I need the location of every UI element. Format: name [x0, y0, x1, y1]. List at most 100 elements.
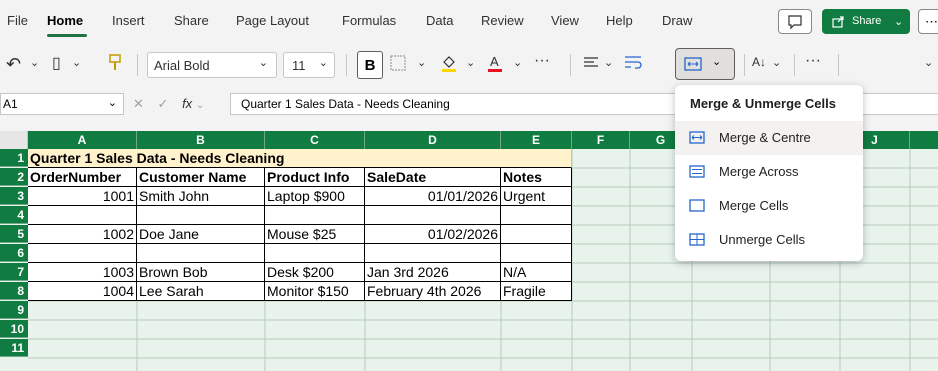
align-dropdown-icon[interactable]: ⌄: [604, 56, 613, 69]
row-header-1[interactable]: 1: [0, 149, 28, 167]
confirm-icon[interactable]: ✓: [158, 96, 169, 111]
cell-a6[interactable]: [28, 244, 137, 263]
cell-e6[interactable]: [501, 244, 572, 263]
cell-a4[interactable]: [28, 206, 137, 225]
cell-a2[interactable]: OrderNumber: [28, 168, 137, 187]
share-button[interactable]: Share ⌄: [822, 9, 910, 34]
select-all-corner[interactable]: [0, 131, 28, 149]
tab-page-layout[interactable]: Page Layout: [236, 13, 309, 28]
row-header-4[interactable]: 4: [0, 206, 28, 224]
comments-button[interactable]: [778, 9, 812, 34]
cell-c3[interactable]: Laptop $900: [265, 187, 365, 206]
row-header-11[interactable]: 11: [0, 339, 28, 357]
cell-e7[interactable]: N/A: [501, 263, 572, 282]
ribbon-expand-icon[interactable]: ⌄: [924, 56, 933, 69]
column-header-d[interactable]: D: [365, 131, 501, 149]
undo-dropdown-icon[interactable]: ⌄: [30, 56, 39, 69]
column-header-b[interactable]: B: [137, 131, 265, 149]
cell-a3[interactable]: 1001: [28, 187, 137, 206]
cell-a5[interactable]: 1002: [28, 225, 137, 244]
tab-data[interactable]: Data: [426, 13, 453, 28]
more-font-options-icon[interactable]: ···: [534, 52, 550, 70]
cell-b2[interactable]: Customer Name: [137, 168, 265, 187]
column-header-k[interactable]: [910, 131, 938, 149]
column-header-f[interactable]: F: [572, 131, 630, 149]
cell-c6[interactable]: [265, 244, 365, 263]
menu-item-merge-centre[interactable]: Merge & Centre: [675, 121, 863, 155]
bold-button[interactable]: B: [357, 51, 383, 79]
cell-d5[interactable]: 01/02/2026: [365, 225, 501, 244]
font-color-dropdown-icon[interactable]: ⌄: [513, 56, 522, 69]
tab-help[interactable]: Help: [606, 13, 633, 28]
cell-d8[interactable]: February 4th 2026: [365, 282, 501, 301]
tab-draw[interactable]: Draw: [662, 13, 692, 28]
cell-b7[interactable]: Brown Bob: [137, 263, 265, 282]
row-header-8[interactable]: 8: [0, 282, 28, 300]
row-header-9[interactable]: 9: [0, 301, 28, 319]
cell-b5[interactable]: Doe Jane: [137, 225, 265, 244]
cell-d7[interactable]: Jan 3rd 2026: [365, 263, 501, 282]
paste-dropdown-icon[interactable]: ⌄: [72, 56, 81, 69]
row-header-2[interactable]: 2: [0, 168, 28, 186]
format-painter-icon[interactable]: [108, 54, 122, 72]
borders-dropdown-icon[interactable]: ⌄: [417, 56, 426, 69]
cell-e5[interactable]: [501, 225, 572, 244]
column-header-e[interactable]: E: [501, 131, 572, 149]
cell-a8[interactable]: 1004: [28, 282, 137, 301]
tab-share[interactable]: Share: [174, 13, 209, 28]
tab-file[interactable]: File: [7, 13, 28, 28]
cell-b3[interactable]: Smith John: [137, 187, 265, 206]
column-header-a[interactable]: A: [28, 131, 137, 149]
tab-home[interactable]: Home: [47, 13, 83, 28]
cell-b6[interactable]: [137, 244, 265, 263]
cell-a1-title[interactable]: Quarter 1 Sales Data - Needs Cleaning: [28, 149, 572, 168]
tab-insert[interactable]: Insert: [112, 13, 145, 28]
menu-item-merge-across[interactable]: Merge Across: [675, 155, 863, 189]
cell-c2[interactable]: Product Info: [265, 168, 365, 187]
tab-review[interactable]: Review: [481, 13, 524, 28]
font-name-dropdown[interactable]: Arial Bold ⌄: [147, 52, 277, 78]
borders-icon[interactable]: [390, 55, 406, 71]
menu-item-unmerge-cells[interactable]: Unmerge Cells: [675, 223, 863, 257]
more-commands-icon[interactable]: ···: [805, 52, 821, 70]
merge-button[interactable]: ⌄: [675, 48, 735, 80]
cell-c8[interactable]: Monitor $150: [265, 282, 365, 301]
cancel-icon[interactable]: ✕: [133, 96, 144, 111]
row-header-3[interactable]: 3: [0, 187, 28, 205]
row-header-5[interactable]: 5: [0, 225, 28, 243]
wrap-text-icon[interactable]: [624, 55, 644, 71]
row-header-7[interactable]: 7: [0, 263, 28, 281]
fill-color-icon[interactable]: [441, 53, 457, 73]
cell-d2[interactable]: SaleDate: [365, 168, 501, 187]
font-color-icon[interactable]: A: [487, 53, 503, 73]
cell-e3[interactable]: Urgent: [501, 187, 572, 206]
insert-function-icon[interactable]: fx: [182, 96, 192, 111]
more-options-button[interactable]: ⋯: [918, 9, 938, 34]
row-header-10[interactable]: 10: [0, 320, 28, 338]
cell-e4[interactable]: [501, 206, 572, 225]
cell-b8[interactable]: Lee Sarah: [137, 282, 265, 301]
cell-a7[interactable]: 1003: [28, 263, 137, 282]
sort-dropdown-icon[interactable]: ⌄: [772, 56, 781, 69]
cell-c5[interactable]: Mouse $25: [265, 225, 365, 244]
font-size-dropdown[interactable]: 11 ⌄: [283, 52, 335, 78]
cell-e8[interactable]: Fragile: [501, 282, 572, 301]
tab-formulas[interactable]: Formulas: [342, 13, 396, 28]
cell-d4[interactable]: [365, 206, 501, 225]
align-icon[interactable]: [583, 56, 599, 70]
fill-color-dropdown-icon[interactable]: ⌄: [466, 56, 475, 69]
name-box[interactable]: A1 ⌄: [0, 93, 124, 115]
undo-icon[interactable]: ↶: [6, 54, 21, 75]
cell-e2[interactable]: Notes: [501, 168, 572, 187]
cell-d3[interactable]: 01/01/2026: [365, 187, 501, 206]
menu-item-merge-cells[interactable]: Merge Cells: [675, 189, 863, 223]
cell-d6[interactable]: [365, 244, 501, 263]
cell-c4[interactable]: [265, 206, 365, 225]
paste-icon[interactable]: ▯: [52, 53, 61, 73]
row-header-6[interactable]: 6: [0, 244, 28, 262]
cell-b4[interactable]: [137, 206, 265, 225]
cell-c7[interactable]: Desk $200: [265, 263, 365, 282]
column-header-c[interactable]: C: [265, 131, 365, 149]
sort-icon[interactable]: A↓: [752, 55, 766, 69]
tab-view[interactable]: View: [551, 13, 579, 28]
